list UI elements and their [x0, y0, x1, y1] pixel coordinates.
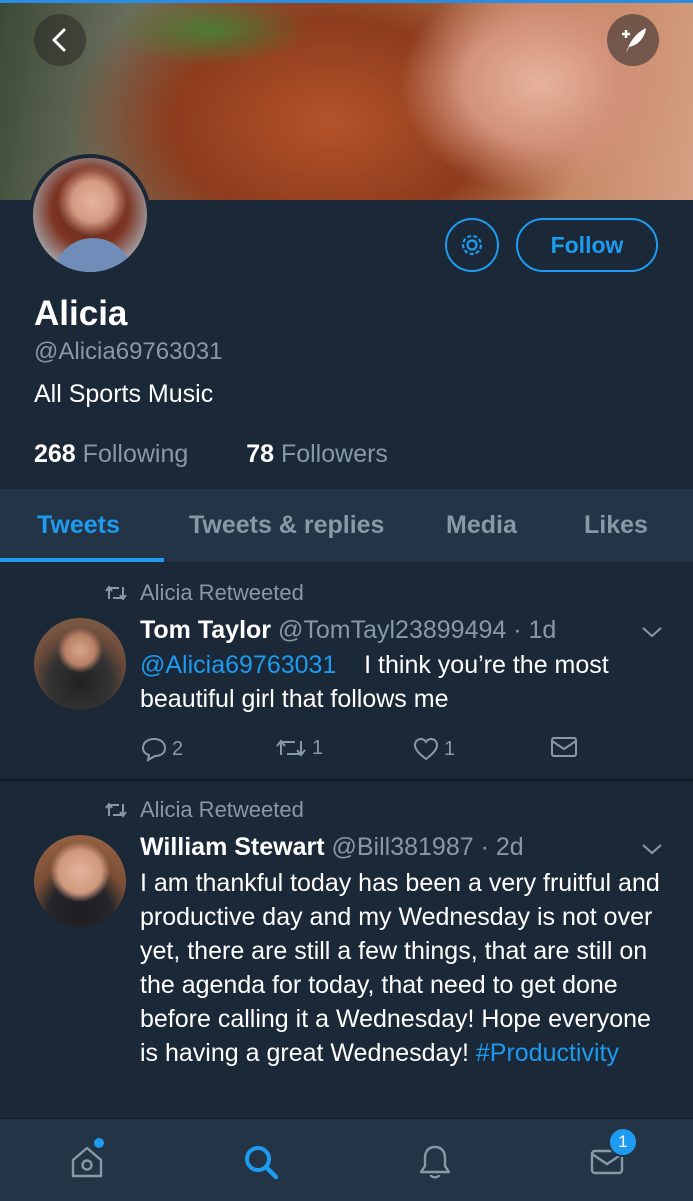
tab-tweets-and-replies[interactable]: Tweets & replies — [189, 489, 384, 562]
heart-icon — [413, 737, 439, 761]
following-label: Following — [82, 440, 189, 468]
following-count: 268 — [34, 440, 76, 468]
profile-bio: All Sports Music — [34, 380, 214, 408]
profile-settings-button[interactable] — [445, 218, 499, 272]
retweet-icon — [105, 585, 127, 601]
retweet-icon — [105, 802, 127, 818]
avatar-clothing — [53, 238, 133, 272]
direct-message-button[interactable] — [550, 736, 578, 758]
back-button[interactable] — [34, 14, 86, 66]
chevron-down-icon[interactable] — [640, 841, 664, 857]
home-icon — [71, 1146, 103, 1178]
retweet-context: Alicia Retweeted — [104, 797, 304, 823]
nav-notifications[interactable] — [410, 1137, 460, 1187]
profile-tabs: Tweets Tweets & replies Media Likes — [0, 489, 693, 562]
tweet-header: William Stewart @Bill381987 · 2d — [140, 833, 524, 862]
followers-link[interactable]: 78 Followers — [246, 440, 388, 468]
tweet-time: · 1d — [513, 616, 557, 644]
retweet-count: 1 — [312, 736, 324, 759]
search-icon — [245, 1146, 279, 1180]
profile-handle: @Alicia69763031 — [34, 338, 223, 365]
tweet-item[interactable]: Alicia Retweeted Tom Taylor @TomTayl2389… — [0, 562, 693, 780]
chevron-down-icon[interactable] — [640, 624, 664, 640]
retweet-context: Alicia Retweeted — [104, 580, 304, 606]
like-button[interactable]: 1 — [412, 736, 455, 762]
envelope-icon — [551, 737, 577, 757]
bottom-navigation: 1 — [0, 1118, 693, 1201]
tweet-text: @Alicia69763031 I think you’re the most … — [140, 648, 670, 716]
followers-count: 78 — [246, 440, 274, 468]
author-name[interactable]: Tom Taylor — [140, 616, 271, 644]
profile-name: Alicia — [34, 294, 128, 333]
retweet-button[interactable]: 1 — [274, 736, 323, 760]
bell-icon — [419, 1145, 451, 1179]
reply-icon — [141, 737, 167, 762]
follow-button[interactable]: Follow — [516, 218, 658, 272]
profile-stats: 268 Following 78 Followers — [34, 440, 388, 469]
tweet-actions: 2 1 1 — [140, 736, 590, 766]
tab-media[interactable]: Media — [446, 489, 517, 562]
author-handle: @Bill381987 — [331, 833, 474, 861]
hashtag-link[interactable]: #Productivity — [476, 1039, 619, 1067]
followers-label: Followers — [280, 440, 388, 468]
retweet-label: Alicia Retweeted — [140, 797, 304, 822]
tab-likes[interactable]: Likes — [584, 489, 648, 562]
tweet-header: Tom Taylor @TomTayl23899494 · 1d — [140, 616, 556, 645]
tab-tweets[interactable]: Tweets — [37, 489, 120, 562]
profile-avatar[interactable] — [29, 154, 151, 276]
reply-count: 2 — [172, 737, 184, 760]
nav-messages[interactable]: 1 — [582, 1127, 638, 1187]
gear-icon — [461, 234, 483, 256]
chevron-left-icon — [52, 28, 66, 52]
feather-compose-icon — [622, 28, 646, 53]
like-count: 1 — [444, 737, 456, 760]
tweet-text: I am thankful today has been a very frui… — [140, 866, 670, 1070]
banner-foliage — [110, 6, 310, 66]
tweet-text-content: I am thankful today has been a very frui… — [140, 869, 660, 1067]
author-avatar[interactable] — [34, 835, 126, 927]
following-link[interactable]: 268 Following — [34, 440, 195, 468]
messages-badge: 1 — [608, 1127, 638, 1157]
reply-button[interactable]: 2 — [140, 736, 183, 762]
nav-search[interactable] — [236, 1137, 286, 1187]
retweet-label: Alicia Retweeted — [140, 580, 304, 605]
mention-link[interactable]: @Alicia69763031 — [140, 651, 336, 679]
retweet-icon — [276, 739, 306, 757]
author-name[interactable]: William Stewart — [140, 833, 325, 861]
new-content-dot — [94, 1138, 104, 1148]
tweet-time: · 2d — [480, 833, 524, 861]
author-handle: @TomTayl23899494 — [277, 616, 507, 644]
author-avatar[interactable] — [34, 618, 126, 710]
tweet-item[interactable]: Alicia Retweeted William Stewart @Bill38… — [0, 781, 693, 1118]
nav-home[interactable] — [62, 1137, 112, 1187]
compose-tweet-button[interactable] — [607, 14, 659, 66]
